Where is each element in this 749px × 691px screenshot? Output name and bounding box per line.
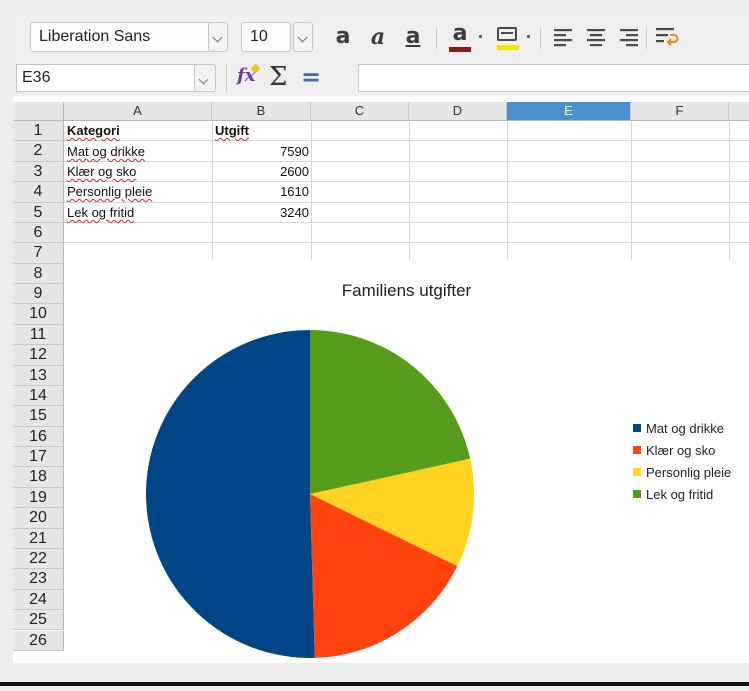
- legend-label: Lek og fritid: [646, 487, 714, 502]
- column-header-f[interactable]: F: [631, 102, 729, 121]
- page-bottom-rule: [0, 682, 749, 686]
- formula-equals-icon[interactable]: =: [301, 61, 321, 93]
- formula-input[interactable]: [358, 64, 749, 92]
- row-header-6[interactable]: 6: [13, 222, 64, 244]
- underline-icon[interactable]: a: [401, 23, 425, 51]
- formatting-toolbar: Liberation Sans 10 a a a a: [13, 13, 749, 60]
- row-header-2[interactable]: 2: [13, 141, 64, 162]
- cell-b5[interactable]: 3240: [215, 203, 309, 223]
- row-header-25[interactable]: 25: [13, 610, 64, 631]
- row-header-16[interactable]: 16: [13, 426, 64, 448]
- legend-swatch: [633, 468, 641, 476]
- cell-b1-text: Utgift: [215, 123, 249, 138]
- cell-a4[interactable]: Personlig pleie: [67, 182, 209, 202]
- sum-icon[interactable]: Σ: [269, 61, 287, 93]
- pie-slice-mat-og-drikke: [146, 330, 315, 658]
- row-header-22[interactable]: 22: [13, 548, 64, 570]
- font-color-bar: [449, 47, 471, 52]
- align-left-icon[interactable]: [551, 23, 575, 51]
- column-header-g[interactable]: [729, 102, 749, 121]
- highlight-dropdown-icon[interactable]: [527, 35, 530, 38]
- row-header-8[interactable]: 8: [13, 263, 64, 285]
- row-header-5[interactable]: 5: [13, 202, 64, 223]
- row-header-3[interactable]: 3: [13, 161, 64, 183]
- row-header-20[interactable]: 20: [13, 508, 64, 529]
- select-all-corner[interactable]: [13, 102, 64, 121]
- row-header-11[interactable]: 11: [13, 324, 64, 346]
- cell-b2[interactable]: 7590: [215, 142, 309, 162]
- toolbar-separator: [646, 27, 647, 49]
- highlight-icon[interactable]: [494, 23, 522, 51]
- align-right-icon[interactable]: [617, 23, 641, 51]
- name-box[interactable]: E36: [16, 64, 199, 92]
- column-header-d[interactable]: D: [409, 102, 507, 121]
- column-header-e[interactable]: E: [507, 102, 631, 121]
- row-header-12[interactable]: 12: [13, 345, 64, 366]
- row-header-26[interactable]: 26: [13, 630, 64, 651]
- name-box-dropdown-button[interactable]: [194, 64, 216, 92]
- row-header-15[interactable]: 15: [13, 406, 64, 427]
- cell-a3[interactable]: Klær og sko: [67, 162, 209, 182]
- font-size-box[interactable]: 10: [241, 22, 291, 52]
- row-header-14[interactable]: 14: [13, 385, 64, 407]
- font-name-box[interactable]: Liberation Sans: [30, 22, 215, 52]
- column-header-c[interactable]: C: [311, 102, 409, 121]
- row-header-1[interactable]: 1: [13, 121, 64, 142]
- column-header-b[interactable]: B: [212, 102, 311, 121]
- cell-b1[interactable]: Utgift: [215, 121, 309, 141]
- italic-icon[interactable]: a: [366, 23, 390, 51]
- wrap-text-icon[interactable]: [653, 23, 681, 51]
- row-header-19[interactable]: 19: [13, 487, 64, 509]
- cell-b4[interactable]: 1610: [215, 182, 309, 202]
- row-header-17[interactable]: 17: [13, 447, 64, 468]
- highlight-color-bar: [497, 45, 519, 50]
- row-header-7[interactable]: 7: [13, 243, 64, 264]
- cell-a5-text: Lek og fritid: [67, 205, 135, 220]
- function-wizard-icon[interactable]: fx: [236, 63, 262, 93]
- cell-a1[interactable]: Kategori: [67, 121, 209, 141]
- legend-label: Klær og sko: [646, 443, 716, 458]
- row-header-23[interactable]: 23: [13, 569, 64, 590]
- row-header-21[interactable]: 21: [13, 528, 64, 549]
- font-name-dropdown-button[interactable]: [208, 22, 228, 52]
- pie-chart[interactable]: Familiens utgifter Mat og drikke Klær og …: [64, 260, 749, 663]
- font-color-icon[interactable]: a: [446, 21, 474, 52]
- legend-swatch: [633, 424, 641, 432]
- row-header-24[interactable]: 24: [13, 589, 64, 611]
- bold-icon[interactable]: a: [331, 23, 355, 51]
- cell-b3[interactable]: 2600: [215, 162, 309, 182]
- toolbar-separator: [436, 27, 437, 49]
- row-header-13[interactable]: 13: [13, 365, 64, 386]
- spreadsheet-grid: A B C D E F 1 2 3 4 5 6 7 8 9 10 11 12 13 14 15 16 17 18 1…: [13, 102, 749, 663]
- legend-label: Mat og drikke: [646, 421, 725, 436]
- formula-bar: E36 fx Σ =: [13, 60, 749, 96]
- toolbar-separator: [540, 27, 541, 49]
- legend-swatch: [633, 446, 641, 454]
- cell-a1-text: Kategori: [67, 123, 120, 138]
- row-header-9[interactable]: 9: [13, 284, 64, 305]
- cell-a5[interactable]: Lek og fritid: [67, 203, 209, 223]
- font-color-dropdown-icon[interactable]: [479, 35, 482, 38]
- column-header-a[interactable]: A: [64, 102, 212, 121]
- spreadsheet-window: Liberation Sans 10 a a a a E36 fx Σ = A …: [13, 13, 749, 663]
- cell-a2-text: Mat og drikke: [67, 144, 146, 159]
- row-header-10[interactable]: 10: [13, 304, 64, 325]
- cell-a2[interactable]: Mat og drikke: [67, 142, 209, 162]
- row-header-18[interactable]: 18: [13, 467, 64, 488]
- cell-a4-text: Personlig pleie: [67, 184, 153, 199]
- legend-label: Personlig pleie: [646, 465, 732, 480]
- toolbar-separator: [226, 64, 227, 92]
- align-center-icon[interactable]: [584, 23, 608, 51]
- row-header-4[interactable]: 4: [13, 182, 64, 203]
- cell-a3-text: Klær og sko: [67, 164, 137, 179]
- font-size-dropdown-button[interactable]: [293, 22, 313, 52]
- legend-swatch: [633, 490, 641, 498]
